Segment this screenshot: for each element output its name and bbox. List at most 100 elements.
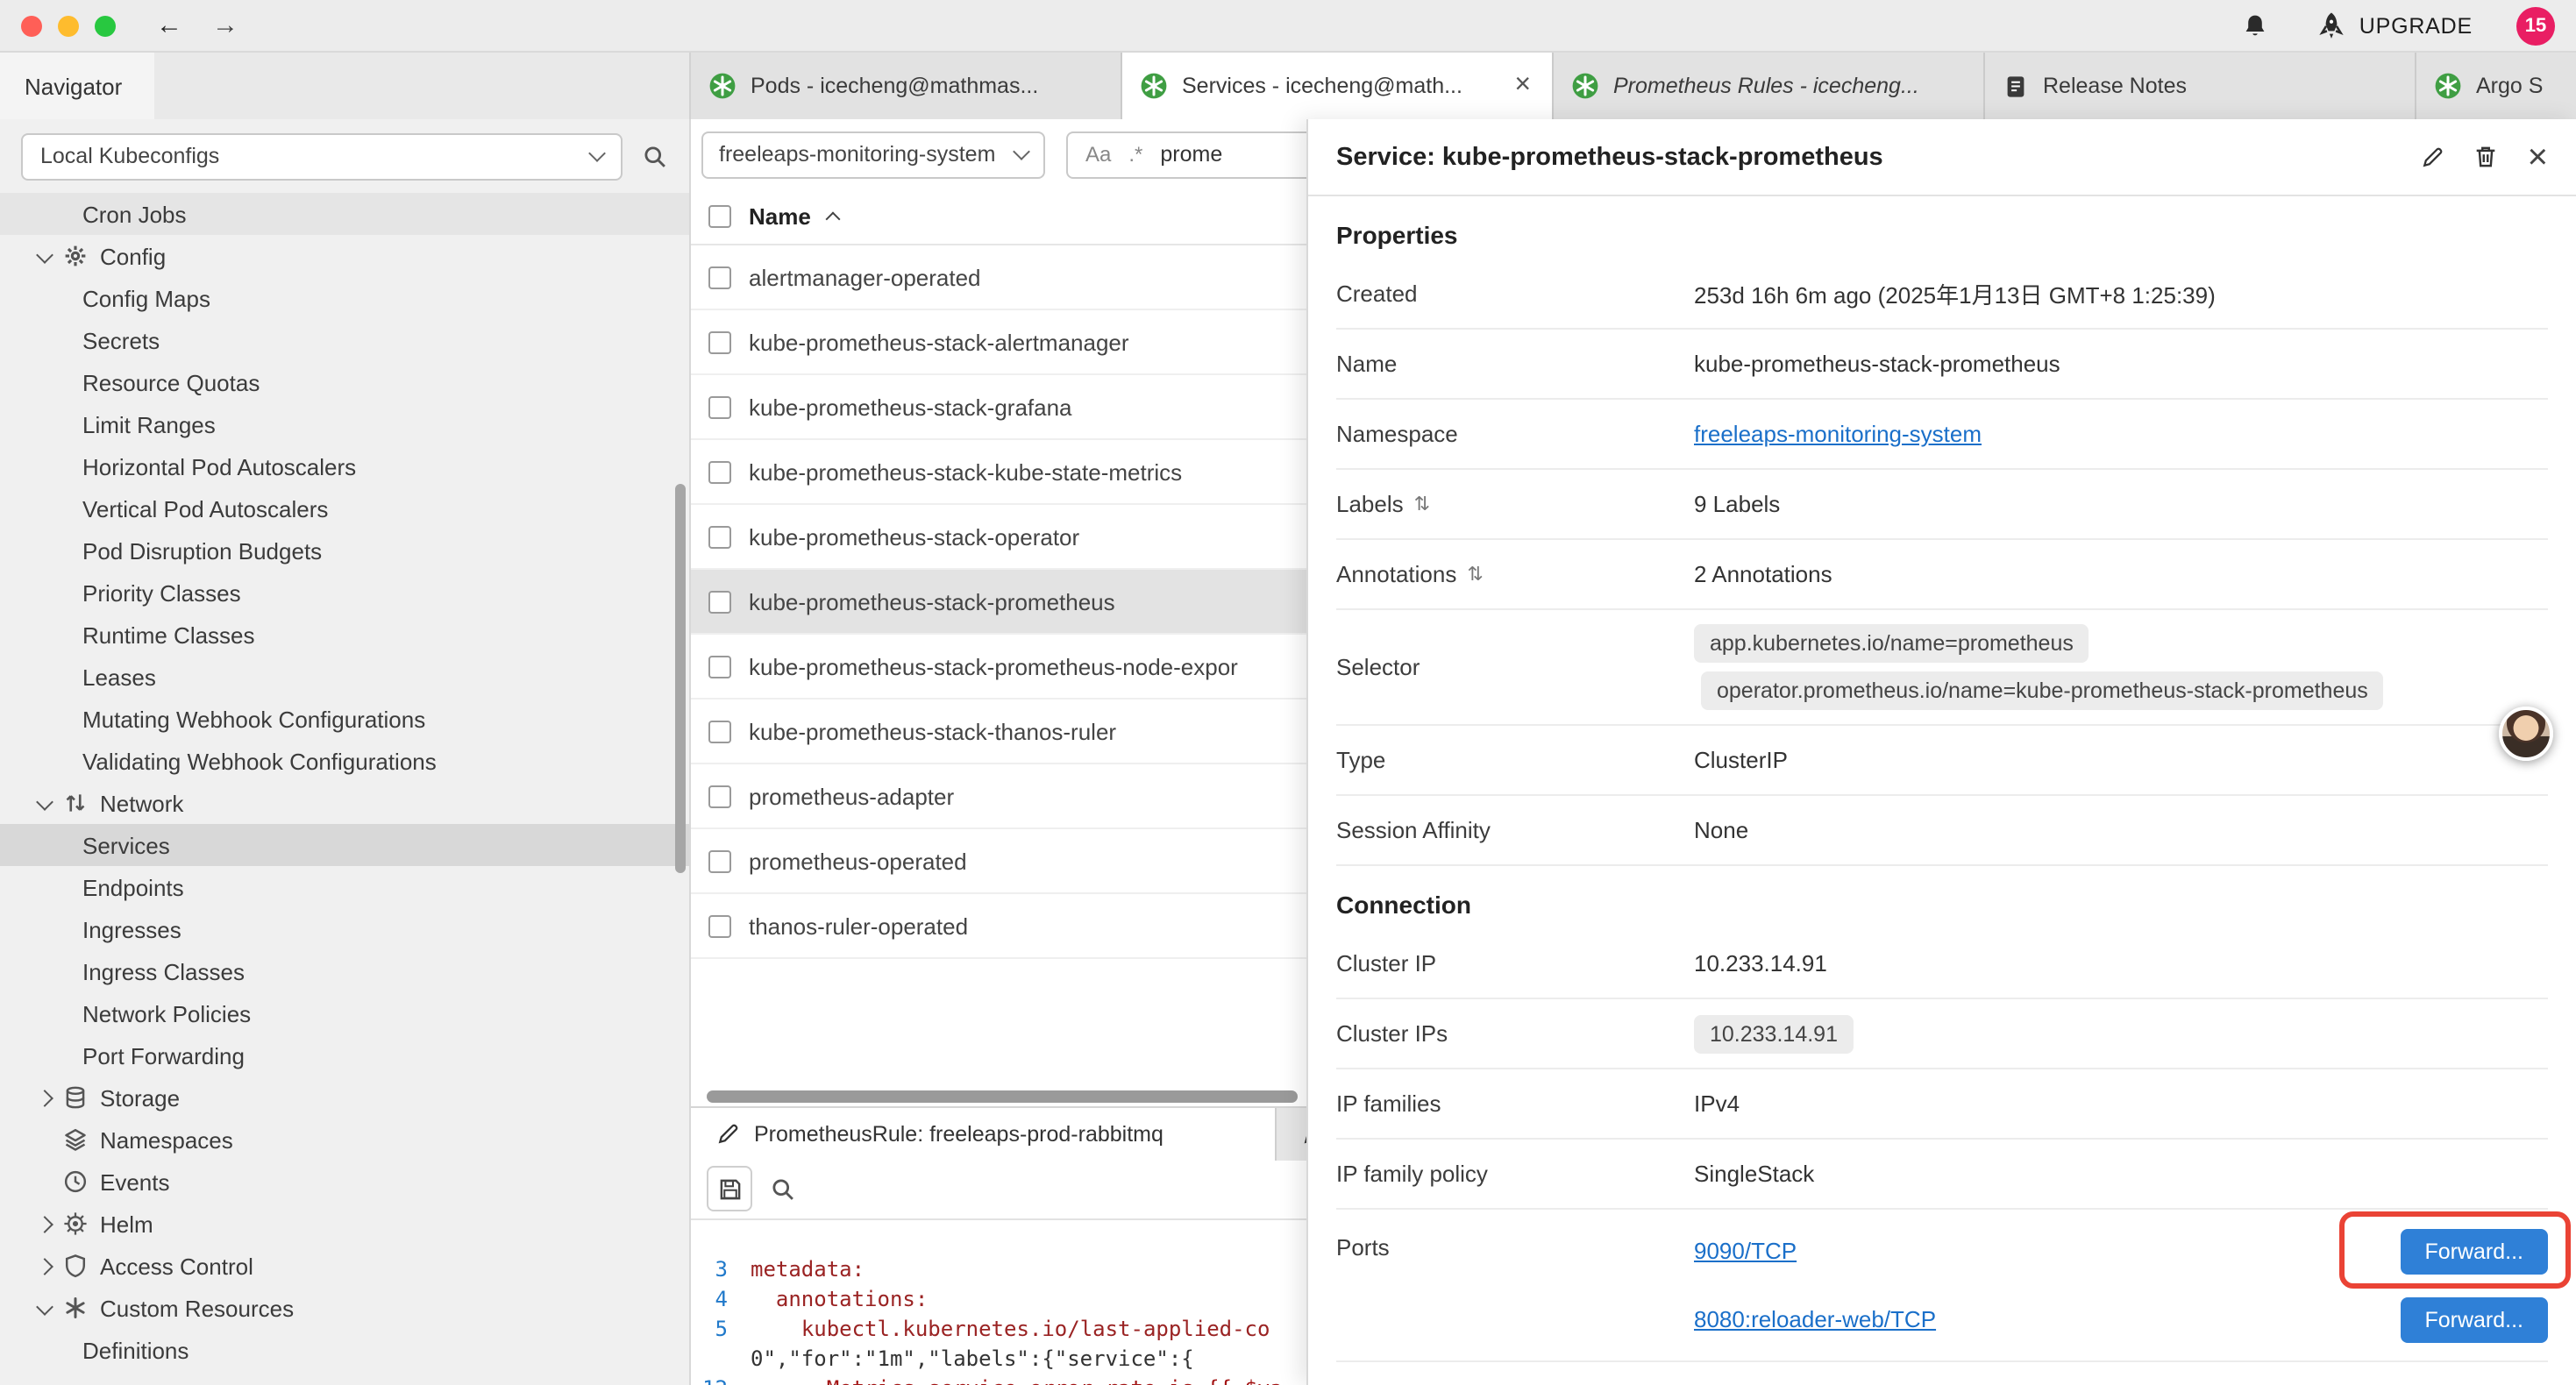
edit-pencil-icon[interactable] [2421,145,2445,169]
sidebar-item-namespaces[interactable]: Namespaces [0,1119,689,1161]
sidebar-item-pod-disruption-budgets[interactable]: Pod Disruption Budgets [0,529,689,572]
nav-back-button[interactable]: ← [156,12,182,39]
row-checkbox[interactable] [708,330,731,353]
detail-row-namespace: Namespacefreeleaps-monitoring-system [1336,400,2548,470]
tab-prometheus-rules-icecheng[interactable]: Prometheus Rules - icecheng... [1554,53,1985,119]
kubeconfig-select-value: Local Kubeconfigs [40,144,219,168]
sort-icon[interactable]: ⇅ [1414,493,1430,515]
nav-forward-button[interactable]: → [212,12,238,39]
chevron-right-icon[interactable] [36,1257,53,1275]
detail-label: Namespace [1336,421,1694,447]
tab-label: Prometheus Rules - icecheng... [1613,74,1966,98]
sidebar-item-events[interactable]: Events [0,1161,689,1203]
sidebar-item-config-maps[interactable]: Config Maps [0,277,689,319]
row-checkbox[interactable] [708,785,731,807]
minimize-window-button[interactable] [58,15,79,36]
chevron-down-icon[interactable] [36,245,53,263]
select-all-checkbox[interactable] [708,205,731,228]
line-text: Metrics service error rate is {{ $va [751,1374,1283,1385]
sidebar-item-config[interactable]: Config [0,235,689,277]
row-checkbox[interactable] [708,525,731,548]
sort-icon[interactable]: ⇅ [1467,563,1483,586]
row-checkbox[interactable] [708,849,731,872]
close-icon[interactable]: × [2528,139,2548,174]
name-column-header[interactable]: Name [749,203,811,230]
chevron-right-icon[interactable] [36,1215,53,1232]
port-link[interactable]: 8080:reloader-web/TCP [1694,1306,1936,1332]
sidebar-item-label: Cron Jobs [82,201,187,227]
chevron-down-icon[interactable] [36,1297,53,1315]
sidebar-item-cron-jobs[interactable]: Cron Jobs [0,193,689,235]
save-button[interactable] [707,1166,752,1211]
forward-button[interactable]: Forward... [2400,1228,2548,1274]
row-checkbox[interactable] [708,590,731,613]
row-checkbox[interactable] [708,266,731,288]
sidebar-item-ingresses[interactable]: Ingresses [0,908,689,950]
row-checkbox[interactable] [708,460,731,483]
row-checkbox[interactable] [708,655,731,678]
sidebar-item-priority-classes[interactable]: Priority Classes [0,572,689,614]
horizontal-scrollbar-thumb[interactable] [707,1090,1298,1102]
close-window-button[interactable] [21,15,42,36]
sidebar-item-definitions[interactable]: Definitions [0,1329,689,1371]
detail-label: Ports [1336,1217,1694,1261]
port-link[interactable]: 9090/TCP [1694,1238,1797,1264]
line-text: kubectl.kubernetes.io/last-applied-co [751,1314,1270,1344]
sidebar-item-services[interactable]: Services [0,824,689,866]
dock-tab-prometheusrule-freeleaps-prod-rabbitmq[interactable]: PrometheusRule: freeleaps-prod-rabbitmq [691,1107,1277,1160]
tab-release-notes[interactable]: Release Notes [1985,53,2416,119]
notifications-bell-icon[interactable] [2242,11,2270,39]
tab-bar: Navigator Pods - icecheng@mathmas...Serv… [0,53,2576,119]
detail-row-name: Namekube-prometheus-stack-prometheus [1336,330,2548,400]
notification-count-badge[interactable]: 15 [2516,6,2555,45]
sidebar-item-network[interactable]: Network [0,782,689,824]
row-checkbox[interactable] [708,720,731,742]
regex-toggle[interactable]: .* [1128,142,1142,167]
sidebar-item-vertical-pod-autoscalers[interactable]: Vertical Pod Autoscalers [0,487,689,529]
sort-asc-icon[interactable] [826,212,841,227]
delete-trash-icon[interactable] [2473,144,2500,170]
sidebar-item-label: Secrets [82,327,160,353]
sidebar-scrollbar-thumb[interactable] [675,484,686,873]
sidebar-item-network-policies[interactable]: Network Policies [0,992,689,1034]
sidebar-item-port-forwarding[interactable]: Port Forwarding [0,1034,689,1076]
sidebar-item-horizontal-pod-autoscalers[interactable]: Horizontal Pod Autoscalers [0,445,689,487]
navigator-header: Navigator [0,53,691,119]
kubeconfig-select[interactable]: Local Kubeconfigs [21,132,623,180]
sidebar-item-custom-resources[interactable]: Custom Resources [0,1287,689,1329]
sidebar-item-access-control[interactable]: Access Control [0,1245,689,1287]
forward-button[interactable]: Forward... [2400,1296,2548,1342]
sidebar-item-resource-quotas[interactable]: Resource Quotas [0,361,689,403]
sidebar-item-helm[interactable]: Helm [0,1203,689,1245]
sidebar-item-validating-webhook-configurations[interactable]: Validating Webhook Configurations [0,740,689,782]
zoom-window-button[interactable] [95,15,116,36]
match-case-toggle[interactable]: Aa [1085,142,1111,167]
close-tab-icon[interactable]: × [1511,70,1534,102]
sidebar-scrollbar[interactable] [675,119,686,1385]
chevron-down-icon[interactable] [36,792,53,810]
tab-services-icecheng-math[interactable]: Services - icecheng@math...× [1122,53,1554,119]
sidebar-item-mutating-webhook-configurations[interactable]: Mutating Webhook Configurations [0,698,689,740]
upgrade-button[interactable]: UPGRADE [2317,11,2473,40]
row-checkbox[interactable] [708,395,731,418]
namespace-link[interactable]: freeleaps-monitoring-system [1694,421,1982,447]
namespace-select[interactable]: freeleaps-monitoring-system [701,131,1045,178]
sidebar-item-endpoints[interactable]: Endpoints [0,866,689,908]
detail-value: 2 Annotations [1694,561,2548,587]
sidebar-item-runtime-classes[interactable]: Runtime Classes [0,614,689,656]
tab-argo-s[interactable]: Argo S [2416,53,2576,119]
sidebar-item-label: Network Policies [82,1000,251,1026]
search-icon[interactable] [642,143,668,169]
sidebar-item-storage[interactable]: Storage [0,1076,689,1119]
search-icon[interactable] [770,1175,796,1202]
sidebar-item-leases[interactable]: Leases [0,656,689,698]
sidebar-item-secrets[interactable]: Secrets [0,319,689,361]
chevron-right-icon[interactable] [36,1089,53,1106]
sidebar-item-limit-ranges[interactable]: Limit Ranges [0,403,689,445]
navigator-tab[interactable]: Navigator [0,53,153,119]
tab-pods-icecheng-mathmas[interactable]: Pods - icecheng@mathmas... [691,53,1122,119]
floating-avatar[interactable] [2499,707,2553,761]
row-checkbox[interactable] [708,914,731,937]
sidebar-item-ingress-classes[interactable]: Ingress Classes [0,950,689,992]
floppy-icon [716,1175,743,1202]
